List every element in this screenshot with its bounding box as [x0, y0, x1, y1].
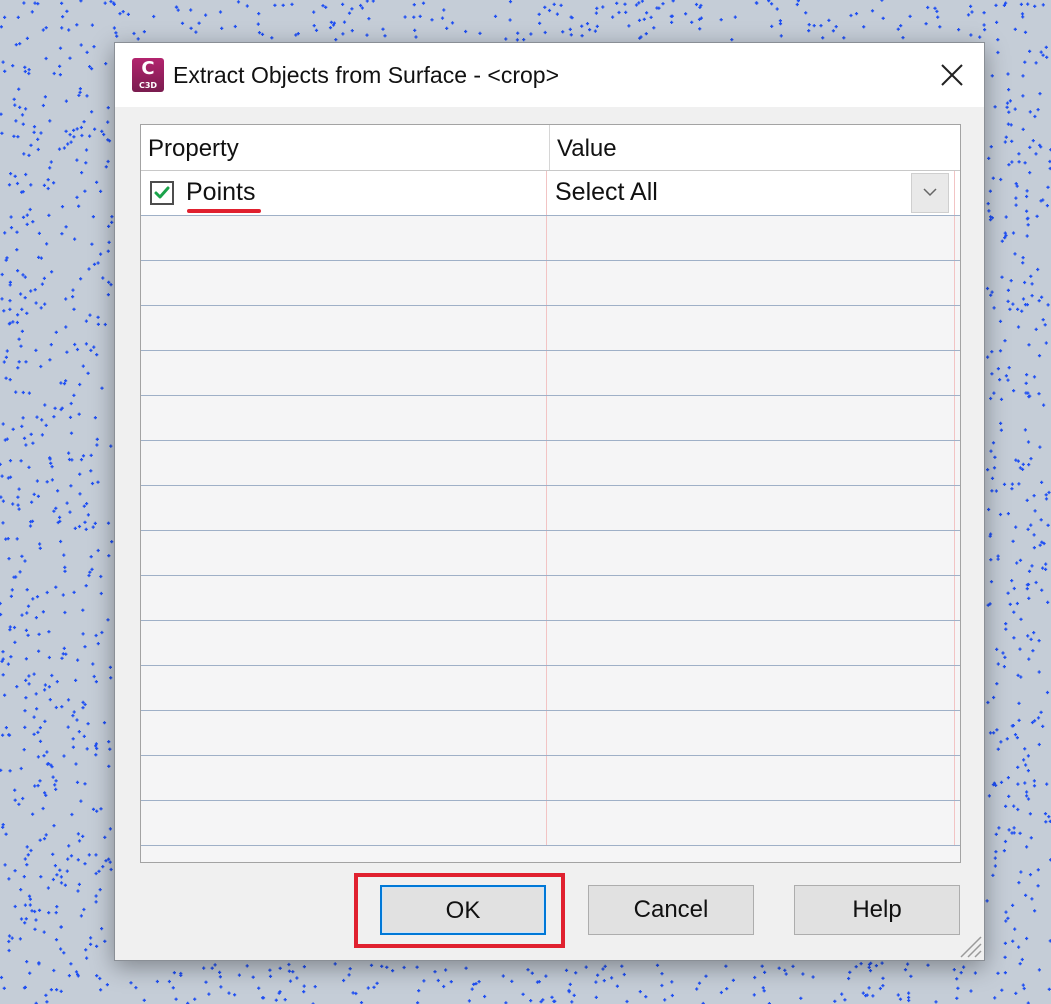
help-button[interactable]: Help [794, 885, 960, 935]
resize-grip-icon[interactable] [956, 932, 982, 958]
grid-row-empty [141, 486, 960, 531]
property-cell [141, 576, 547, 620]
grid-row-empty [141, 261, 960, 306]
value-cell [547, 486, 955, 530]
ok-button[interactable]: OK [380, 885, 546, 935]
close-icon [941, 64, 963, 86]
app-icon-badge: C3D [138, 81, 158, 90]
app-icon-letter: C [141, 58, 155, 79]
property-cell [141, 531, 547, 575]
value-cell [547, 216, 955, 260]
property-cell [141, 261, 547, 305]
value-cell [547, 261, 955, 305]
grid-header: Property Value [141, 125, 960, 171]
value-cell [547, 756, 955, 800]
property-cell [141, 441, 547, 485]
property-cell [141, 216, 547, 260]
value-cell [547, 351, 955, 395]
property-cell [141, 306, 547, 350]
value-cell [547, 711, 955, 755]
title-bar[interactable]: C C3D Extract Objects from Surface - <cr… [115, 43, 984, 107]
property-cell: Points [141, 171, 547, 215]
value-dropdown-button[interactable] [911, 173, 949, 213]
grid-row-empty [141, 576, 960, 621]
column-header-value[interactable]: Value [550, 125, 960, 170]
column-header-property[interactable]: Property [141, 125, 550, 170]
grid-row-empty [141, 396, 960, 441]
grid-rows: Points Select All [141, 171, 960, 846]
cancel-button[interactable]: Cancel [588, 885, 754, 935]
property-cell [141, 666, 547, 710]
grid-row-empty [141, 216, 960, 261]
property-cell [141, 486, 547, 530]
value-cell [547, 531, 955, 575]
grid-row-points[interactable]: Points Select All [141, 171, 960, 216]
points-underline-annotation [187, 209, 261, 213]
grid-row-empty [141, 441, 960, 486]
value-cell[interactable]: Select All [547, 171, 955, 215]
value-cell [547, 576, 955, 620]
grid-row-empty [141, 531, 960, 576]
grid-row-empty [141, 711, 960, 756]
property-cell [141, 621, 547, 665]
property-cell [141, 711, 547, 755]
property-cell [141, 396, 547, 440]
points-checkbox[interactable] [150, 181, 174, 205]
close-button[interactable] [934, 57, 970, 93]
property-cell [141, 801, 547, 845]
points-label: Points [186, 178, 256, 206]
chevron-down-icon [923, 188, 937, 197]
value-cell [547, 441, 955, 485]
value-cell [547, 801, 955, 845]
value-cell [547, 666, 955, 710]
grid-row-empty [141, 621, 960, 666]
grid-row-empty [141, 756, 960, 801]
extract-objects-dialog: C C3D Extract Objects from Surface - <cr… [114, 42, 985, 961]
civil3d-app-icon: C C3D [132, 58, 164, 92]
grid-row-empty [141, 666, 960, 711]
window-title: Extract Objects from Surface - <crop> [173, 62, 560, 88]
value-cell [547, 396, 955, 440]
property-grid: Property Value Points Select All [140, 124, 961, 863]
grid-row-empty [141, 801, 960, 846]
points-value: Select All [555, 178, 658, 206]
value-cell [547, 306, 955, 350]
property-cell [141, 351, 547, 395]
checkmark-icon [154, 186, 170, 199]
grid-row-empty [141, 306, 960, 351]
property-cell [141, 756, 547, 800]
value-cell [547, 621, 955, 665]
grid-row-empty [141, 351, 960, 396]
